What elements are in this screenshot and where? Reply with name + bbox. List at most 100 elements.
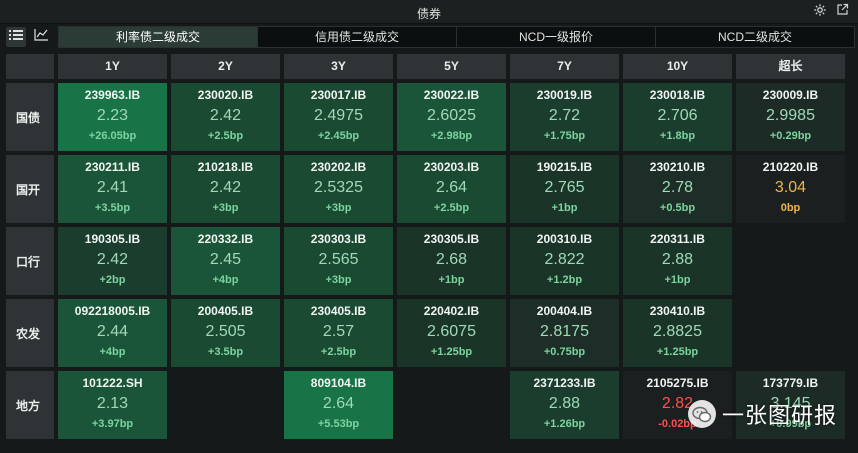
bond-yield: 2.88 — [548, 395, 581, 412]
bond-code: 173779.IB — [762, 376, 819, 390]
bond-yield: 2.42 — [96, 251, 129, 268]
yield-change: +3bp — [212, 202, 239, 214]
bond-yield: 2.42 — [209, 179, 242, 196]
yield-change: +2.45bp — [317, 130, 360, 142]
bond-cell[interactable]: 230022.IB 2.6025 +2.98bp — [397, 83, 506, 151]
bond-cell[interactable]: 809104.IB 2.64 +5.53bp — [284, 371, 393, 439]
bond-cell[interactable]: 220402.IB 2.6075 +1.25bp — [397, 299, 506, 367]
bond-yield: 2.64 — [435, 179, 468, 196]
bond-code: 230303.IB — [310, 232, 367, 246]
column-header-2: 2Y — [171, 54, 280, 79]
bond-cell[interactable]: 220332.IB 2.45 +4bp — [171, 227, 280, 295]
row-header-5: 地方 — [6, 371, 54, 439]
window-title: 债券 — [416, 7, 441, 21]
bond-cell[interactable]: 190305.IB 2.42 +2bp — [58, 227, 167, 295]
yield-change: +1.25bp — [656, 346, 699, 358]
bond-cell[interactable]: 230210.IB 2.78 +0.5bp — [623, 155, 732, 223]
window-titlebar: 债券 — [0, 0, 858, 24]
bond-cell[interactable]: 230410.IB 2.8825 +1.25bp — [623, 299, 732, 367]
bond-yield: 2.78 — [661, 179, 694, 196]
bond-yield: 2.72 — [548, 107, 581, 124]
bond-cell[interactable]: 230211.IB 2.41 +3.5bp — [58, 155, 167, 223]
bond-cell[interactable]: 190215.IB 2.765 +1bp — [510, 155, 619, 223]
external-link-icon[interactable] — [834, 3, 850, 19]
yield-change: +5.53bp — [317, 418, 360, 430]
bond-yield: 2.44 — [96, 323, 129, 340]
bond-code: 2105275.IB — [646, 376, 709, 390]
column-header-4: 5Y — [397, 54, 506, 79]
bond-cell[interactable]: 220311.IB 2.88 +1bp — [623, 227, 732, 295]
bond-cell[interactable]: 200404.IB 2.8175 +0.75bp — [510, 299, 619, 367]
bond-code: 2371233.IB — [533, 376, 596, 390]
gear-icon[interactable] — [812, 3, 828, 19]
bond-code: 230009.IB — [762, 88, 819, 102]
yield-change: 0bp — [780, 202, 801, 214]
bond-code: 190305.IB — [84, 232, 141, 246]
bond-yield: 2.9985 — [766, 107, 815, 124]
bond-cell[interactable]: 230019.IB 2.72 +1.75bp — [510, 83, 619, 151]
bond-yield: 2.6075 — [427, 323, 476, 340]
bond-cell[interactable]: 200310.IB 2.822 +1.2bp — [510, 227, 619, 295]
bond-cell[interactable]: 230017.IB 2.4975 +2.45bp — [284, 83, 393, 151]
bond-yield: 2.5325 — [314, 179, 363, 196]
yield-change: +1.75bp — [543, 130, 586, 142]
tab-ncd-secondary[interactable]: NCD二级成交 — [656, 27, 854, 47]
bond-code: 200404.IB — [536, 304, 593, 318]
tab-rate-bond-secondary[interactable]: 利率债二级成交 — [59, 27, 258, 47]
bond-cell[interactable]: 210220.IB 3.04 0bp — [736, 155, 845, 223]
yield-change: +3.97bp — [91, 418, 134, 430]
column-header-3: 3Y — [284, 54, 393, 79]
bond-yield-grid: 1Y 2Y 3Y 5Y 7Y 10Y 超长 国债 239963.IB 2.23 +26.05bp 23… — [0, 51, 858, 453]
bond-cell[interactable]: 101222.SH 2.13 +3.97bp — [58, 371, 167, 439]
yield-change: +0.75bp — [543, 346, 586, 358]
bond-code: 230410.IB — [649, 304, 706, 318]
bond-cell[interactable]: 230405.IB 2.57 +2.5bp — [284, 299, 393, 367]
bond-cell[interactable]: 230203.IB 2.64 +2.5bp — [397, 155, 506, 223]
column-header-5: 7Y — [510, 54, 619, 79]
toolbar: 利率债二级成交 信用债二级成交 NCD一级报价 NCD二级成交 — [0, 24, 858, 51]
bond-cell[interactable]: 230303.IB 2.565 +3bp — [284, 227, 393, 295]
bond-cell[interactable]: 239963.IB 2.23 +26.05bp — [58, 83, 167, 151]
tab-credit-bond-secondary[interactable]: 信用债二级成交 — [258, 27, 457, 47]
bond-cell[interactable]: 200405.IB 2.505 +3.5bp — [171, 299, 280, 367]
bond-code: 101222.SH — [82, 376, 143, 390]
chart-view-button[interactable] — [31, 27, 51, 47]
column-header-6: 10Y — [623, 54, 732, 79]
bond-code: 809104.IB — [310, 376, 367, 390]
yield-change: +1bp — [664, 274, 691, 286]
list-view-button[interactable] — [6, 27, 26, 47]
bond-cell[interactable]: 230305.IB 2.68 +1bp — [397, 227, 506, 295]
bond-code: 230017.IB — [310, 88, 367, 102]
bond-code: 230202.IB — [310, 160, 367, 174]
bond-code: 220332.IB — [197, 232, 254, 246]
yield-change: +0.5bp — [659, 202, 696, 214]
bond-code: 230211.IB — [85, 160, 140, 174]
yield-change: +3bp — [325, 202, 352, 214]
bond-yield: 2.23 — [96, 107, 129, 124]
bond-cell[interactable]: 092218005.IB 2.44 +4bp — [58, 299, 167, 367]
wechat-icon — [688, 400, 716, 428]
column-header-7: 超长 — [736, 54, 845, 79]
yield-change: +1.26bp — [543, 418, 586, 430]
bond-code: 210218.IB — [197, 160, 254, 174]
watermark-text: 一张图研报 — [722, 403, 838, 428]
bond-yield: 2.822 — [544, 251, 585, 268]
bond-cell[interactable]: 210218.IB 2.42 +3bp — [171, 155, 280, 223]
bond-yield: 2.706 — [657, 107, 698, 124]
yield-change: +26.05bp — [88, 130, 137, 142]
yield-change: +2bp — [99, 274, 126, 286]
bond-code: 239963.IB — [84, 88, 141, 102]
bond-cell[interactable]: 230202.IB 2.5325 +3bp — [284, 155, 393, 223]
bond-cell[interactable]: 230018.IB 2.706 +1.8bp — [623, 83, 732, 151]
bond-code: 230405.IB — [310, 304, 367, 318]
yield-change: +3bp — [325, 274, 352, 286]
bond-cell[interactable]: 230009.IB 2.9985 +0.29bp — [736, 83, 845, 151]
bond-cell[interactable]: 230020.IB 2.42 +2.5bp — [171, 83, 280, 151]
tab-ncd-primary-quote[interactable]: NCD一级报价 — [457, 27, 656, 47]
bond-cell[interactable]: 2371233.IB 2.88 +1.26bp — [510, 371, 619, 439]
bond-code: 220402.IB — [423, 304, 480, 318]
bond-yield: 2.13 — [96, 395, 129, 412]
bond-code: 230019.IB — [536, 88, 593, 102]
row-header-1: 国债 — [6, 83, 54, 151]
yield-change: +1.2bp — [546, 274, 583, 286]
